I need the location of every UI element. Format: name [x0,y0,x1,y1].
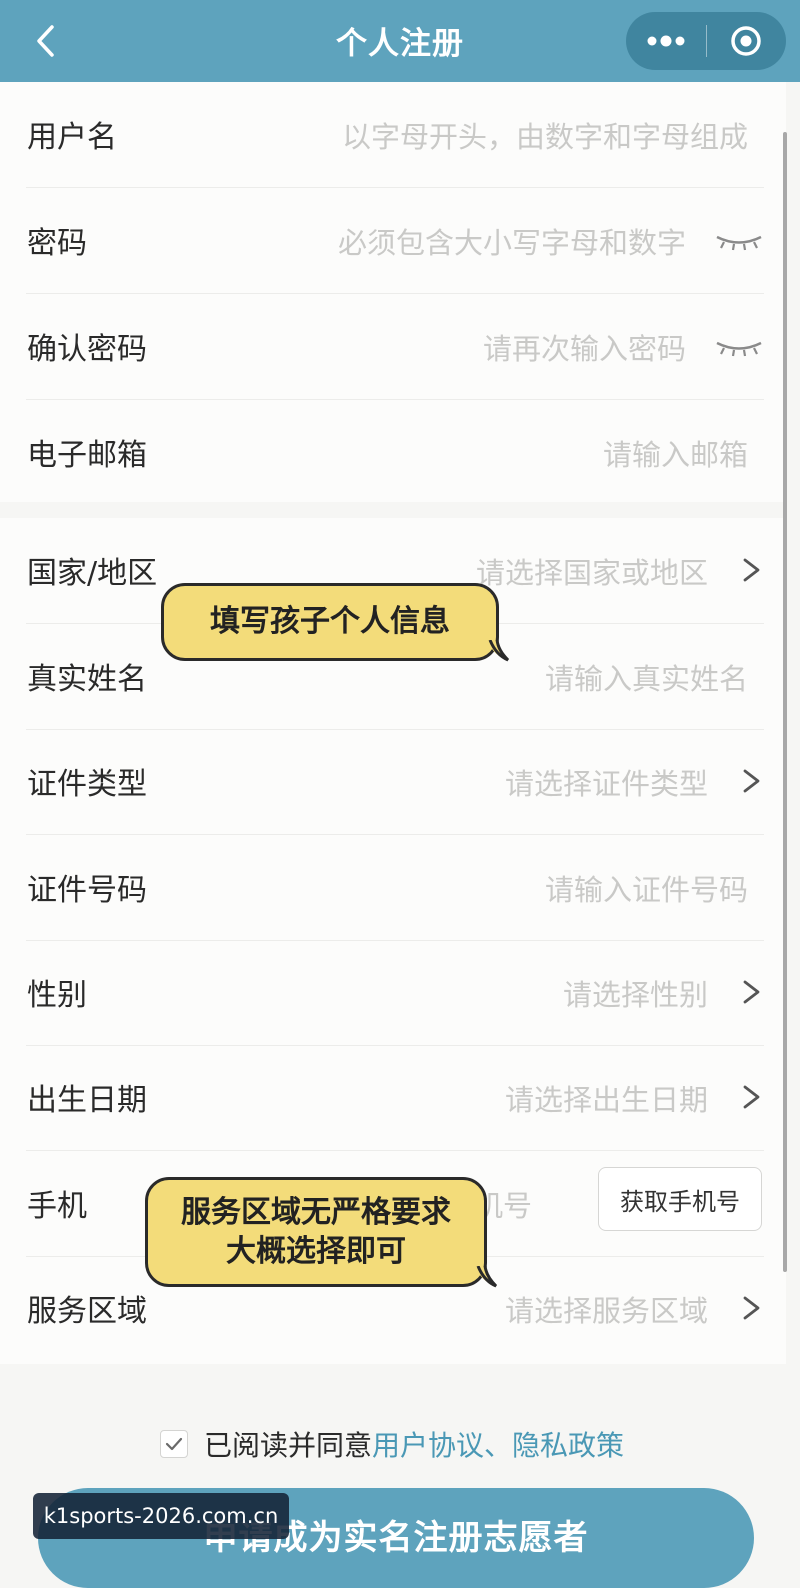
target-circle-icon [731,26,761,56]
account-section: 用户名 以字母开头，由数字和字母组成 密码 必须包含大小写字母和数字 确认密码 … [0,82,786,502]
check-icon [165,1437,183,1451]
gender-select[interactable]: 请选择性别 [563,972,708,1014]
password-input[interactable]: 必须包含大小写字母和数字 [338,220,686,262]
navigation-bar: 个人注册 [0,0,800,82]
agreement-checkbox[interactable] [160,1430,188,1458]
scrollbar[interactable] [783,132,787,1272]
mini-program-capsule [626,12,786,70]
annotation-text: 填写孩子个人信息 [210,604,450,639]
id-number-input[interactable]: 请输入证件号码 [545,867,748,909]
annotation-text: 大概选择即可 [226,1234,406,1269]
confirm-password-row[interactable]: 确认密码 请再次输入密码 [0,294,786,400]
chevron-right-icon [743,558,760,582]
bubble-tail-icon [488,640,510,662]
field-label: 国家/地区 [27,556,158,591]
password-row[interactable]: 密码 必须包含大小写字母和数字 [0,188,786,294]
more-dots-icon [647,35,685,47]
gender-row[interactable]: 性别 请选择性别 [0,940,786,1046]
field-label: 服务区域 [27,1294,147,1329]
birth-date-row[interactable]: 出生日期 请选择出生日期 [0,1045,786,1151]
email-input[interactable]: 请输入邮箱 [603,432,748,474]
chevron-right-icon [743,1296,760,1320]
agreement-row: 已阅读并同意 用户协议、隐私政策 [160,1426,624,1462]
annotation-bubble-personal-info: 填写孩子个人信息 [161,583,510,662]
field-label: 密码 [27,226,87,261]
field-label: 手机 [27,1189,87,1224]
eye-closed-icon[interactable] [714,338,764,358]
birth-date-select[interactable]: 请选择出生日期 [505,1077,708,1119]
annotation-text: 服务区域无严格要求 [181,1195,451,1230]
chevron-right-icon [743,980,760,1004]
country-select[interactable]: 请选择国家或地区 [476,550,708,592]
bubble-tail-icon [476,1266,498,1288]
id-type-row[interactable]: 证件类型 请选择证件类型 [0,729,786,835]
field-label: 真实姓名 [27,662,147,697]
username-row[interactable]: 用户名 以字母开头，由数字和字母组成 [0,82,786,188]
confirm-password-input[interactable]: 请再次输入密码 [483,326,686,368]
id-type-select[interactable]: 请选择证件类型 [505,761,708,803]
field-label: 性别 [27,978,87,1013]
agreement-text: 已阅读并同意 [204,1429,373,1462]
chevron-right-icon [743,769,760,793]
field-label: 用户名 [27,120,117,155]
field-label: 证件类型 [27,767,147,802]
chevron-right-icon [743,1085,760,1109]
email-row[interactable]: 电子邮箱 请输入邮箱 [0,400,786,506]
eye-closed-icon[interactable] [714,232,764,252]
get-phone-button[interactable]: 获取手机号 [598,1167,762,1231]
real-name-input[interactable]: 请输入真实姓名 [545,656,748,698]
username-input[interactable]: 以字母开头，由数字和字母组成 [342,114,748,156]
close-program-button[interactable] [707,12,787,70]
field-label: 电子邮箱 [27,438,147,473]
id-number-row[interactable]: 证件号码 请输入证件号码 [0,835,786,941]
field-label: 证件号码 [27,873,147,908]
watermark: k1sports-2026.com.cn [33,1493,289,1539]
annotation-bubble-service-area: 服务区域无严格要求 大概选择即可 [145,1177,498,1288]
more-button[interactable] [626,12,706,70]
service-area-select[interactable]: 请选择服务区域 [505,1288,708,1330]
agreement-link[interactable]: 用户协议、隐私政策 [372,1424,624,1464]
field-label: 确认密码 [27,332,147,367]
field-label: 出生日期 [27,1083,147,1118]
